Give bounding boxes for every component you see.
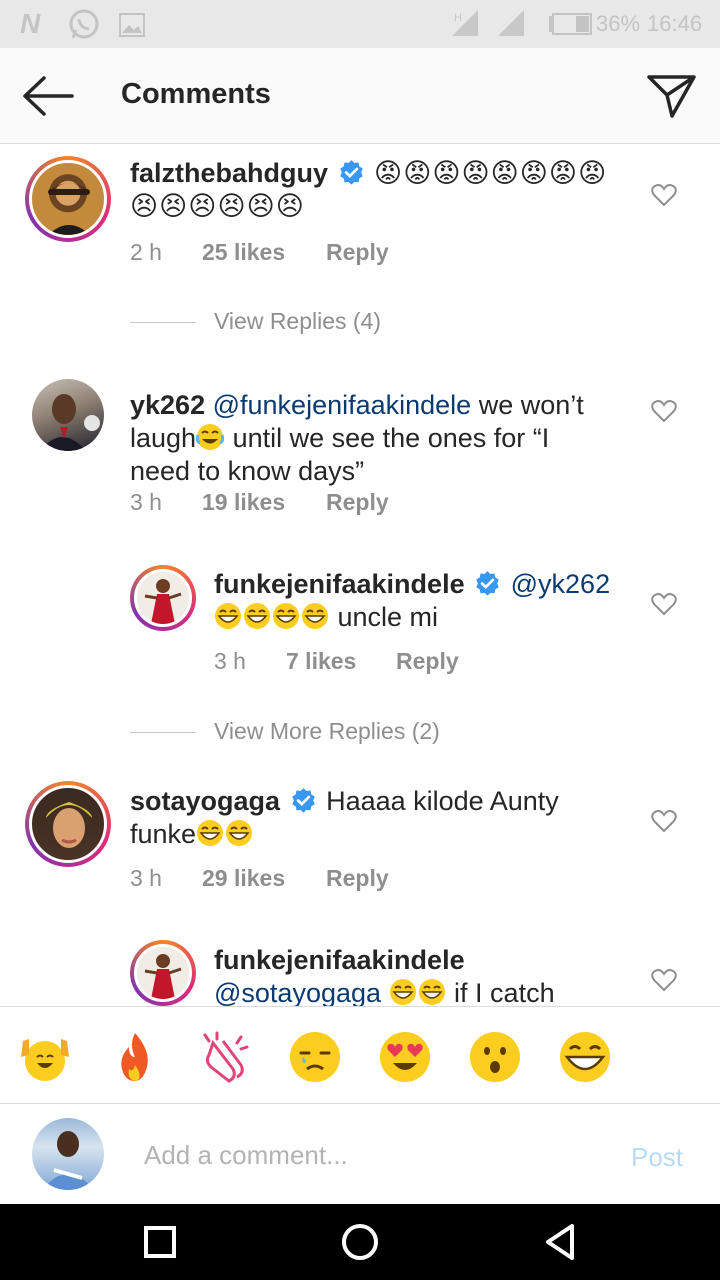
username[interactable]: sotayogaga [130,786,280,816]
laughing-tears-emoji[interactable] [557,1029,613,1085]
comment-body: need to know days” [130,456,365,486]
comment-body: until we see the ones for “I [225,423,550,453]
comment-body: laugh [130,423,197,453]
username[interactable]: funkejenifaakindele [214,569,465,599]
fire-emoji[interactable] [107,1029,163,1085]
verified-badge-icon [339,160,363,185]
heart-icon[interactable] [651,183,677,207]
comment-text: sotayogaga Haaaa kilode Aunty funke [130,785,610,851]
view-more-replies-label[interactable]: View More Replies (2) [214,718,440,745]
quick-emoji-bar [0,1006,720,1104]
view-more-replies-button[interactable]: View More Replies (2) [130,718,490,748]
comment-time: 2 h [130,239,162,265]
avatar[interactable] [25,781,111,867]
username[interactable]: yk262 [130,390,205,420]
battery-icon [549,13,592,35]
comment-text: funkejenifaakindele @yk262 uncle mi [214,568,634,634]
mention-link[interactable]: @yk262 [511,569,610,599]
svg-text:N: N [20,8,41,38]
whatsapp-icon [69,9,99,39]
heart-icon[interactable] [651,592,677,616]
surprised-face-emoji[interactable] [467,1029,523,1085]
status-bar: N H 36% 16:46 [0,0,720,48]
system-nav-bar [0,1204,720,1280]
grinning-emoji [197,820,224,846]
battery-percent: 36% [596,11,641,36]
avatar[interactable] [32,379,104,451]
comment-time: 3 h [130,865,162,891]
clock: 16:46 [647,11,703,36]
signal-icon [498,10,524,36]
avatar[interactable] [130,565,196,631]
mention-link[interactable]: @sotayogaga [214,978,381,1006]
comment-list[interactable]: falzthebahdguy 😡😡😡😡😡😡😡😡😣😣😣😣😣😣 2 h 25 lik… [0,145,720,1006]
triangle-back-icon[interactable] [540,1222,580,1262]
circle-home-icon[interactable] [340,1222,380,1262]
avatar[interactable] [25,156,111,242]
n-notification-icon: N [20,8,41,38]
reply-button[interactable]: Reply [396,648,459,675]
comment-body: funke [130,819,197,849]
grinning-emoji [215,603,241,629]
grinning-emoji [389,979,416,1005]
reply-button[interactable]: Reply [326,489,389,516]
comment-text: yk262 @funkejenifaakindele we won’t laug… [130,389,620,488]
grinning-emoji [302,603,328,629]
mention-link[interactable]: @funkejenifaakindele [213,390,472,420]
like-count[interactable]: 29 likes [202,865,285,892]
comment-composer: Add a comment... Post [0,1104,720,1204]
crying-face-emoji[interactable] [287,1029,343,1085]
heart-icon[interactable] [651,399,677,423]
comment-meta: 3 h 7 likes Reply [214,648,514,678]
divider [130,322,196,323]
reply-button[interactable]: Reply [326,239,389,266]
comment-body: we won’t [471,390,584,420]
comment-time: 3 h [130,489,162,515]
username[interactable]: falzthebahdguy [130,158,328,188]
reply-button[interactable]: Reply [326,865,389,892]
comment-body: if I catch [446,978,555,1006]
verified-badge-icon [476,571,499,596]
svg-text:H: H [454,12,462,24]
comment-body: Haaaa kilode Aunty [326,786,559,816]
image-icon [119,13,145,37]
current-user-avatar [32,1118,104,1190]
comment-input[interactable]: Add a comment... [144,1140,348,1171]
comment-meta: 2 h 25 likes Reply [130,239,430,269]
divider [130,732,196,733]
heart-icon[interactable] [651,968,677,992]
heart-eyes-emoji[interactable] [377,1029,433,1085]
verified-badge-icon [291,788,315,813]
grinning-emoji [273,603,299,629]
comments-header: Comments [0,48,720,144]
like-count[interactable]: 7 likes [286,648,356,675]
arrow-left-icon[interactable] [20,74,76,118]
post-button[interactable]: Post [631,1142,683,1173]
heart-icon[interactable] [651,809,677,833]
comment-body: uncle mi [330,602,439,632]
like-count[interactable]: 25 likes [202,239,285,266]
signal-h-icon: H [452,10,478,36]
comment-text: falzthebahdguy 😡😡😡😡😡😡😡😡😣😣😣😣😣😣 [130,157,610,223]
grinning-emoji [244,603,270,629]
comment-text: funkejenifaakindele @sotayogaga if I cat… [214,944,634,1006]
view-replies-label[interactable]: View Replies (4) [214,308,381,335]
page-title: Comments [121,78,271,110]
comment-meta: 3 h 29 likes Reply [130,865,430,895]
comment-time: 3 h [214,648,246,674]
raising-hands-emoji[interactable] [17,1029,73,1085]
comment-meta: 3 h 19 likes Reply [130,489,430,519]
grinning-emoji [418,979,445,1005]
paper-plane-icon[interactable] [644,72,698,120]
square-recents-icon[interactable] [140,1222,180,1262]
username[interactable]: funkejenifaakindele [214,945,465,975]
clapping-hands-emoji[interactable] [197,1029,253,1085]
like-count[interactable]: 19 likes [202,489,285,516]
grinning-emoji [226,820,253,846]
face-with-tears-emoji [196,424,225,450]
view-replies-button[interactable]: View Replies (4) [130,308,430,338]
avatar[interactable] [130,940,196,1006]
